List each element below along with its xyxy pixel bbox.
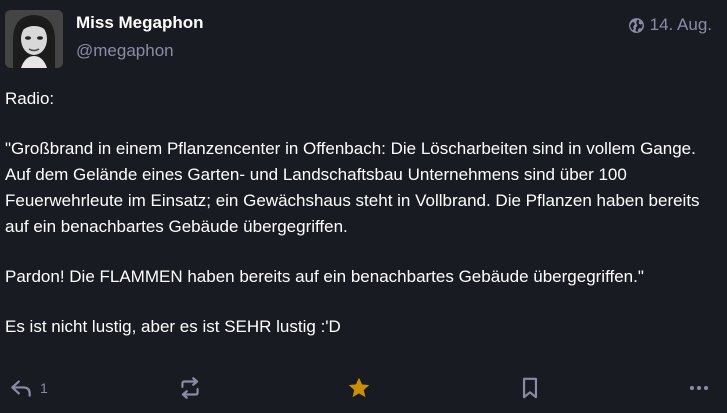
content-paragraph: Es ist nicht lustig, aber es ist SEHR lu… — [5, 317, 341, 336]
post-date[interactable]: 14. Aug. — [650, 15, 712, 35]
favourite-button[interactable] — [346, 375, 372, 401]
reply-button[interactable]: 1 — [8, 375, 48, 401]
content-paragraph: "Großbrand in einem Pflanzencenter in Of… — [5, 139, 700, 236]
more-options-button[interactable] — [686, 375, 712, 401]
status-post[interactable]: Miss Megaphon @megaphon 14. Aug. Radio: … — [0, 0, 727, 413]
post-meta[interactable]: 14. Aug. — [628, 15, 712, 35]
post-content: Radio: "Großbrand in einem Pflanzencente… — [5, 86, 720, 364]
star-icon — [348, 377, 370, 398]
action-bar: 1 — [0, 375, 727, 409]
boost-button[interactable] — [177, 375, 203, 401]
display-name[interactable]: Miss Megaphon — [76, 13, 204, 33]
content-paragraph: Pardon! Die FLAMMEN haben bereits auf ei… — [5, 267, 644, 286]
reply-count: 1 — [40, 380, 48, 396]
avatar-image — [5, 10, 63, 68]
reply-icon — [11, 380, 31, 397]
globe-icon — [628, 17, 644, 33]
bookmark-icon — [522, 377, 538, 399]
bookmark-button[interactable] — [517, 375, 543, 401]
account-handle[interactable]: @megaphon — [76, 41, 174, 61]
avatar[interactable] — [5, 10, 63, 68]
boost-icon — [181, 377, 199, 399]
content-paragraph: Radio: — [5, 89, 55, 108]
more-icon — [689, 385, 709, 391]
